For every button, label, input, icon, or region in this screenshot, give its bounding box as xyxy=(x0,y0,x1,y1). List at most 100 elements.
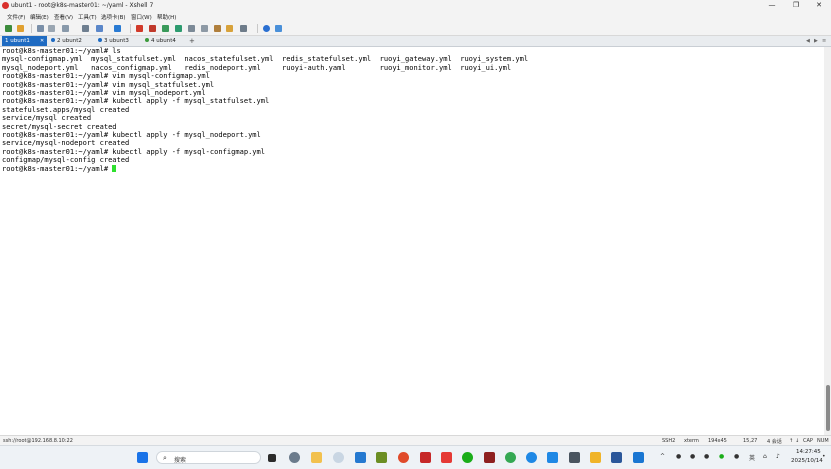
tab-label: 1 ubunt1 xyxy=(5,38,30,44)
app-icon[interactable] xyxy=(484,452,495,463)
tab-menu-icon[interactable]: ≡ xyxy=(822,36,826,46)
file-explorer-icon[interactable] xyxy=(311,452,322,463)
app-icon[interactable] xyxy=(633,452,644,463)
volume-icon[interactable]: ♪ xyxy=(776,453,780,460)
app-icon[interactable] xyxy=(441,452,452,463)
chrome-icon[interactable] xyxy=(505,452,516,463)
terminal-cursor xyxy=(112,164,117,172)
app-icon[interactable] xyxy=(420,452,431,463)
layout-icon[interactable] xyxy=(240,25,247,32)
settings-gear-icon[interactable] xyxy=(289,452,300,463)
term-size-status: 194x45 xyxy=(708,437,727,444)
tab-scroll-right-icon[interactable]: ▶ xyxy=(814,36,818,46)
xshell-taskbar-icon[interactable] xyxy=(398,452,409,463)
link-icon[interactable] xyxy=(37,25,44,32)
wechat-icon[interactable] xyxy=(462,452,473,463)
terminal-scrollbar[interactable] xyxy=(824,47,831,435)
search-icon: ⌕ xyxy=(163,454,167,462)
tab-label: 2 ubunt2 xyxy=(57,38,82,44)
tab-label: 3 ubunt3 xyxy=(104,38,129,44)
toolbar-separator xyxy=(31,24,32,33)
word-icon[interactable] xyxy=(611,452,622,463)
terminal-pane[interactable]: root@k8s-master01:~/yaml# ls mysql-confi… xyxy=(0,46,824,435)
clock-date[interactable]: 2025/10/14 xyxy=(791,458,823,464)
app-icon[interactable] xyxy=(376,452,387,463)
add-tab-button[interactable]: + xyxy=(189,36,195,46)
download-arrow-icon: ↓ xyxy=(795,437,800,444)
lock-icon[interactable] xyxy=(188,25,195,32)
app-icon[interactable] xyxy=(333,452,344,463)
toolbar-separator xyxy=(257,24,258,33)
task-view-icon[interactable] xyxy=(268,454,276,462)
help-icon[interactable] xyxy=(263,25,270,32)
tray-app-icon[interactable]: ● xyxy=(704,453,709,460)
menu-file[interactable]: 文件(F) xyxy=(7,13,25,21)
num-lock-status: NUM xyxy=(817,437,829,444)
cut-icon[interactable] xyxy=(48,25,55,32)
cursor-position-status: 15,27 xyxy=(743,437,758,444)
session-status-icon xyxy=(145,38,149,42)
tray-app-icon[interactable]: ● xyxy=(734,453,739,460)
toolbar-separator xyxy=(130,24,131,33)
scrollbar-thumb[interactable] xyxy=(825,385,830,431)
term-type-status: xterm xyxy=(684,437,699,444)
keyboard-icon[interactable] xyxy=(201,25,208,32)
vscode-icon[interactable] xyxy=(355,452,366,463)
properties-icon[interactable] xyxy=(96,25,103,32)
session-status-icon xyxy=(98,38,102,42)
globe-icon[interactable] xyxy=(114,25,121,32)
terminal-prompt: root@k8s-master01:~/yaml# xyxy=(2,163,113,173)
tab-close-icon[interactable]: ✕ xyxy=(40,36,44,46)
transfer-icon[interactable] xyxy=(162,25,169,32)
network-icon[interactable]: ⌂ xyxy=(763,453,767,460)
taskbar-search-input[interactable]: ⌕ 搜索 xyxy=(156,451,261,464)
menu-tools[interactable]: 工具(T) xyxy=(78,13,97,21)
fullscreen-icon[interactable] xyxy=(175,25,182,32)
tray-app-icon[interactable]: ● xyxy=(690,453,695,460)
menu-help[interactable]: 帮助(H) xyxy=(157,13,176,21)
script-icon[interactable] xyxy=(214,25,221,32)
minimize-button[interactable]: — xyxy=(760,0,784,11)
open-folder-icon[interactable] xyxy=(17,25,24,32)
menu-tabs[interactable]: 选项卡(B) xyxy=(101,13,126,21)
menu-bar: 文件(F) 编辑(E) 查看(V) 工具(T) 选项卡(B) 窗口(W) 帮助(… xyxy=(0,11,831,22)
start-windows-icon[interactable] xyxy=(137,452,148,463)
ime-indicator[interactable]: 英 xyxy=(749,453,755,462)
tab-ubunt2[interactable]: 2 ubunt2 xyxy=(48,36,94,46)
app-icon[interactable] xyxy=(547,452,558,463)
menu-view[interactable]: 查看(V) xyxy=(54,13,73,21)
tab-ubunt4[interactable]: 4 ubunt4 xyxy=(142,36,186,46)
session-count-status: 4 会话 xyxy=(767,438,782,445)
caps-lock-status: CAP xyxy=(803,437,813,444)
app-icon[interactable] xyxy=(590,452,601,463)
menu-edit[interactable]: 编辑(E) xyxy=(30,13,49,21)
clock-time[interactable]: 14:27:45 xyxy=(796,449,821,455)
tray-wechat-icon[interactable]: ● xyxy=(719,453,724,460)
edge-icon[interactable] xyxy=(526,452,537,463)
windows-taskbar: ⌕ 搜索 ^ ● ● ● ● ● 英 ⌂ ♪ 14:27:45 2025/10/… xyxy=(0,445,831,469)
copy-icon[interactable] xyxy=(62,25,69,32)
tab-ubunt3[interactable]: 3 ubunt3 xyxy=(95,36,141,46)
window-title: ubunt1 - root@k8s-master01: ~/yaml - Xsh… xyxy=(11,2,154,9)
tab-label: 4 ubunt4 xyxy=(151,38,176,44)
find-icon[interactable] xyxy=(82,25,89,32)
highlight-icon[interactable] xyxy=(226,25,233,32)
notification-bell-icon[interactable]: • xyxy=(822,453,826,460)
title-bar: ubunt1 - root@k8s-master01: ~/yaml - Xsh… xyxy=(0,0,831,11)
app-icon[interactable] xyxy=(569,452,580,463)
new-session-icon[interactable] xyxy=(5,25,12,32)
close-window-button[interactable]: ✕ xyxy=(807,0,831,11)
xftp-icon[interactable] xyxy=(136,25,143,32)
tray-app-icon[interactable]: ● xyxy=(676,453,681,460)
session-status-icon xyxy=(51,38,55,42)
session-tab-bar: 1 ubunt1 ✕ 2 ubunt2 3 ubunt3 4 ubunt4 + … xyxy=(0,36,831,47)
chat-icon[interactable] xyxy=(275,25,282,32)
maximize-button[interactable]: ❐ xyxy=(784,0,808,11)
toolbar xyxy=(0,22,831,36)
menu-window[interactable]: 窗口(W) xyxy=(131,13,152,21)
connection-status: ssh://root@192.168.8.10:22 xyxy=(3,437,73,444)
tab-scroll-left-icon[interactable]: ◀ xyxy=(806,36,810,46)
tray-expand-icon[interactable]: ^ xyxy=(660,453,665,460)
record-icon[interactable] xyxy=(149,25,156,32)
search-placeholder: 搜索 xyxy=(174,456,187,464)
